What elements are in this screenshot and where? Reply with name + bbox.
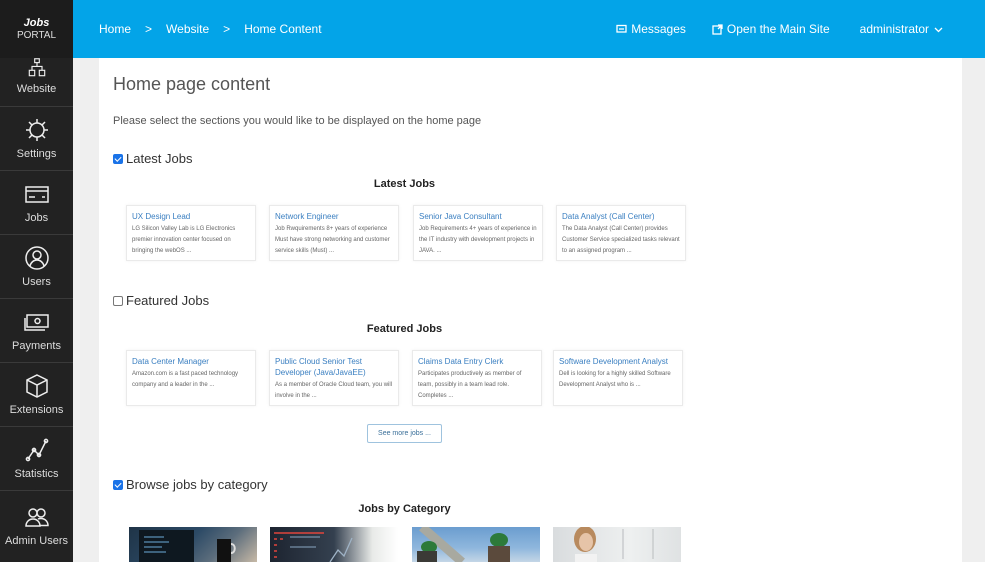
card-icon: [24, 185, 49, 203]
logo-title: Jobs: [23, 17, 50, 29]
external-link-icon: [712, 23, 723, 35]
latest-jobs-label: Latest Jobs: [126, 151, 193, 166]
sidebar-item-settings[interactable]: Settings: [0, 107, 73, 171]
job-description: LG Silicon Valley Lab is LG Electronics …: [132, 226, 236, 254]
job-card[interactable]: Data Analyst (Call Center) The Data Analy…: [556, 205, 686, 261]
job-title[interactable]: UX Design Lead: [132, 211, 250, 222]
sidebar-item-label: Statistics: [14, 467, 59, 480]
presenter-woman-photo: [574, 527, 654, 562]
sidebar: Jobs PORTAL Website Settings Jobs Users …: [0, 0, 73, 562]
job-card[interactable]: Senior Java Consultant Job Requirements 4…: [413, 205, 543, 261]
job-title[interactable]: Senior Java Consultant: [419, 211, 537, 222]
sidebar-item-extensions[interactable]: Extensions: [0, 363, 73, 427]
job-card[interactable]: Network Engineer Job Rwquirements 8+ year…: [269, 205, 399, 261]
job-description: Job Rwquirements 8+ years of experience …: [275, 226, 390, 254]
browse-category-checkbox[interactable]: [113, 479, 123, 490]
sidebar-item-label: Admin Users: [5, 535, 68, 547]
sidebar-item-label: Users: [22, 275, 51, 288]
featured-jobs-label: Featured Jobs: [126, 293, 210, 308]
featured-jobs-toggle[interactable]: Featured Jobs: [113, 293, 209, 308]
browse-category-label: Browse jobs by category: [126, 477, 268, 492]
user-menu[interactable]: administrator: [860, 22, 943, 36]
breadcrumb-separator: >: [145, 22, 153, 36]
category-image-construction[interactable]: [412, 527, 540, 562]
username: administrator: [859, 22, 929, 36]
trading-screens-photo: [274, 532, 353, 562]
breadcrumb-home-content: Home Content: [244, 22, 322, 36]
job-card[interactable]: Public Cloud Senior Test Developer (Java…: [269, 350, 399, 406]
user-icon: [24, 245, 49, 270]
message-icon: [616, 24, 627, 33]
breadcrumb-home[interactable]: Home: [99, 22, 131, 36]
sidebar-item-label: Extensions: [9, 403, 64, 416]
breadcrumb-separator: >: [223, 22, 231, 36]
cube-icon: [25, 373, 48, 398]
latest-jobs-toggle[interactable]: Latest Jobs: [113, 151, 193, 166]
job-title[interactable]: Software Development Analyst: [559, 356, 677, 367]
job-description: Participates productively as member of t…: [418, 371, 522, 399]
sidebar-item-website[interactable]: Website: [0, 58, 73, 107]
gear-icon: [25, 118, 48, 141]
breadcrumb: Home > Website > Home Content: [99, 22, 336, 36]
construction-workers-photo: [417, 527, 510, 562]
job-description: Dell is looking for a highly skilled Sof…: [559, 371, 671, 388]
breadcrumb-website[interactable]: Website: [166, 22, 209, 36]
messages-label: Messages: [631, 22, 686, 36]
job-card[interactable]: Software Development Analyst Dell is look…: [553, 350, 683, 406]
job-card[interactable]: Data Center Manager Amazon.com is a fast …: [126, 350, 256, 406]
money-icon: [23, 313, 49, 331]
category-image-presenter[interactable]: [553, 527, 681, 562]
logo-subtitle: PORTAL: [16, 30, 57, 41]
featured-jobs-checkbox[interactable]: [113, 295, 123, 306]
main-content: Home page content Please select the sect…: [99, 58, 962, 562]
messages-link[interactable]: Messages: [616, 22, 686, 36]
sidebar-item-users[interactable]: Users: [0, 235, 73, 299]
job-title[interactable]: Data Analyst (Call Center): [562, 211, 680, 222]
sidebar-item-jobs[interactable]: Jobs: [0, 171, 73, 235]
job-title[interactable]: Public Cloud Senior Test Developer (Java…: [275, 356, 393, 378]
latest-jobs-heading: Latest Jobs: [373, 178, 436, 190]
job-title[interactable]: Claims Data Entry Clerk: [418, 356, 536, 367]
top-bar: Home > Website > Home Content Messages O…: [73, 0, 985, 58]
laptop-and-mug-photo: [139, 530, 236, 562]
job-title[interactable]: Network Engineer: [275, 211, 393, 222]
open-main-site-link[interactable]: Open the Main Site: [712, 22, 830, 36]
job-description: Amazon.com is a fast paced technology co…: [132, 371, 239, 388]
category-image-trading[interactable]: [270, 527, 398, 562]
line-chart-icon: [25, 438, 48, 461]
job-title[interactable]: Data Center Manager: [132, 356, 250, 367]
browse-category-toggle[interactable]: Browse jobs by category: [113, 477, 268, 492]
latest-jobs-checkbox[interactable]: [113, 153, 123, 164]
featured-jobs-heading: Featured Jobs: [366, 323, 443, 335]
logo[interactable]: Jobs PORTAL: [0, 0, 73, 58]
users-icon: [24, 508, 49, 527]
see-more-jobs-button[interactable]: See more jobs ...: [367, 424, 442, 443]
job-card[interactable]: Claims Data Entry Clerk Participates prod…: [412, 350, 542, 406]
job-description: Job Requirements 4+ years of experience …: [419, 226, 537, 254]
category-image-laptop[interactable]: [129, 527, 257, 562]
chevron-down-icon: [934, 27, 943, 32]
job-description: The Data Analyst (Call Center) provides …: [562, 226, 680, 254]
sidebar-item-label: Website: [16, 83, 57, 95]
job-card[interactable]: UX Design Lead LG Silicon Valley Lab is L…: [126, 205, 256, 261]
sitemap-icon: [28, 58, 45, 77]
page-title: Home page content: [113, 74, 271, 94]
jobs-by-category-heading: Jobs by Category: [358, 503, 451, 515]
sidebar-item-label: Settings: [16, 147, 57, 160]
sidebar-item-statistics[interactable]: Statistics: [0, 427, 73, 491]
intro-text: Please select the sections you would lik…: [113, 115, 482, 127]
sidebar-item-label: Jobs: [24, 211, 49, 224]
sidebar-item-label: Payments: [12, 339, 61, 352]
open-main-site-label: Open the Main Site: [726, 22, 830, 36]
sidebar-item-admin-users[interactable]: Admin Users: [0, 491, 73, 561]
sidebar-item-payments[interactable]: Payments: [0, 299, 73, 363]
job-description: As a member of Oracle Cloud team, you wi…: [275, 382, 393, 399]
